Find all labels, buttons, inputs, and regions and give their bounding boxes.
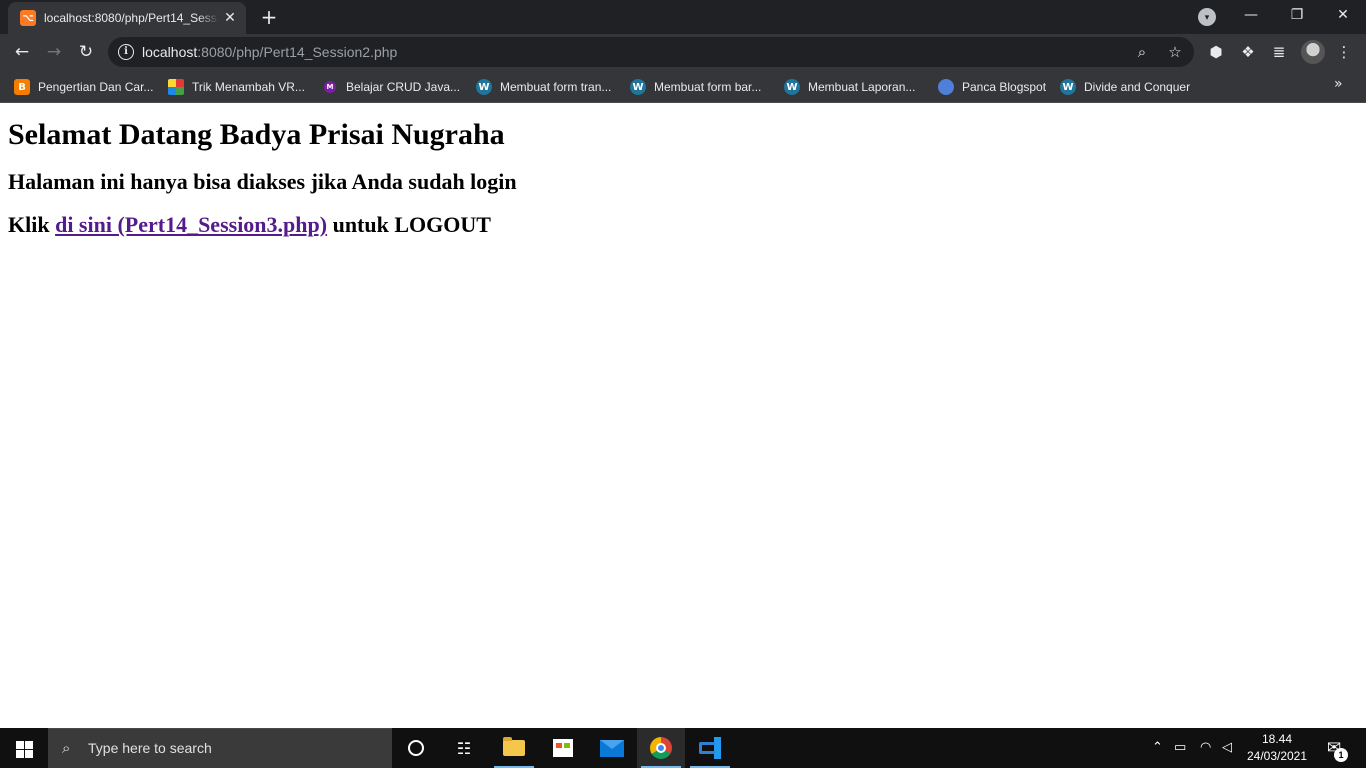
windows-logo-pane (16, 750, 24, 758)
taskbar-search-box[interactable]: ⌕ Type here to search (48, 728, 392, 768)
vscode-icon (699, 737, 721, 759)
bookmark-label: Belajar CRUD Java... (346, 80, 461, 94)
clock-date: 24/03/2021 (1246, 749, 1308, 763)
profile-avatar[interactable] (1301, 40, 1325, 64)
page-content: Selamat Datang Badya Prisai Nugraha Hala… (0, 103, 1366, 728)
vscode-button[interactable] (686, 728, 734, 768)
logout-prefix: Klik (8, 212, 56, 237)
windows-logo-pane (25, 741, 33, 749)
logout-line: Klik di sini (Pert14_Session3.php) untuk… (8, 212, 1358, 238)
cortana-button[interactable] (392, 728, 440, 768)
bookmark-item[interactable]: W Membuat form tran... (476, 76, 611, 98)
start-button[interactable] (0, 728, 48, 768)
tab-strip: ⌥ localhost:8080/php/Pert14_Session2.php… (0, 0, 1366, 34)
wordpress-icon: W (476, 79, 492, 95)
menu-kebab-icon[interactable]: ⋮ (1334, 42, 1354, 62)
url-host: localhost (142, 44, 198, 60)
bookmark-item[interactable]: B Pengertian Dan Car... (14, 76, 153, 98)
bookmark-item[interactable]: W Membuat form bar... (630, 76, 761, 98)
task-view-button[interactable]: ☷ (440, 728, 488, 768)
bookmark-label: Membuat form tran... (500, 80, 612, 94)
grid-icon (168, 79, 184, 95)
globe-icon (938, 79, 954, 95)
browser-toolbar: ← → ↻ i localhost:8080/php/Pert14_Sessio… (0, 34, 1366, 70)
reading-list-icon[interactable]: ≣ (1269, 42, 1289, 62)
folder-icon (503, 737, 525, 756)
mail-icon (600, 739, 624, 757)
bookmark-label: Membuat Laporan... (808, 80, 916, 94)
address-bar[interactable]: i localhost:8080/php/Pert14_Session2.php… (108, 37, 1194, 67)
new-tab-button[interactable]: + (258, 6, 280, 28)
taskbar: ⌕ Type here to search ☷ ⌃ ▭ ◠ ◁ 18.44 24… (0, 728, 1366, 768)
bookmark-star-icon[interactable]: ☆ (1165, 42, 1185, 62)
wordpress-icon: W (1060, 79, 1076, 95)
bookmark-label: Pengertian Dan Car... (38, 80, 154, 94)
mail-button[interactable] (588, 728, 636, 768)
notification-badge: 1 (1334, 748, 1348, 762)
clock[interactable]: 18.44 24/03/2021 (1240, 731, 1314, 765)
tab-search-icon[interactable]: ▾ (1198, 8, 1216, 26)
show-hidden-icons-icon[interactable]: ⌃ (1152, 738, 1163, 758)
search-placeholder: Type here to search (88, 740, 212, 756)
wordpress-icon: W (630, 79, 646, 95)
bookmark-item[interactable]: Panca Blogspot (938, 76, 1046, 98)
close-tab-icon[interactable]: ✕ (222, 10, 238, 26)
bookmark-item[interactable]: W Divide and Conquer (1060, 76, 1190, 98)
extension-cube-icon[interactable]: ⬢ (1206, 42, 1226, 62)
restore-button[interactable]: ❐ (1274, 0, 1320, 32)
bookmark-label: Membuat form bar... (654, 80, 762, 94)
search-icon: ⌕ (62, 739, 71, 757)
volume-icon[interactable]: ◁ (1222, 738, 1232, 758)
login-notice: Halaman ini hanya bisa diakses jika Anda… (8, 169, 517, 194)
store-button[interactable] (539, 728, 587, 768)
blogger-icon: B (14, 79, 30, 95)
minimize-button[interactable]: — (1228, 0, 1274, 32)
bookmark-item[interactable]: W Membuat Laporan... (784, 76, 915, 98)
clock-time: 18.44 (1261, 732, 1293, 746)
xampp-icon: ⌥ (20, 10, 36, 26)
forward-button[interactable]: → (40, 38, 68, 66)
bookmark-label: Divide and Conquer (1084, 80, 1191, 94)
chrome-icon (650, 737, 672, 759)
battery-icon[interactable]: ▭ (1174, 738, 1186, 758)
zoom-icon[interactable]: ⌕ (1132, 42, 1152, 62)
site-info-icon[interactable]: i (118, 44, 134, 60)
welcome-heading: Selamat Datang Badya Prisai Nugraha (8, 118, 505, 151)
url-text[interactable]: localhost:8080/php/Pert14_Session2.php (142, 44, 397, 60)
cortana-icon (408, 740, 424, 756)
windows-logo-pane (25, 750, 33, 758)
logout-suffix: untuk LOGOUT (327, 212, 491, 237)
browser-tab[interactable]: ⌥ localhost:8080/php/Pert14_Session2.php… (8, 2, 246, 34)
tab-title: localhost:8080/php/Pert14_Session2.php (44, 11, 219, 25)
windows-logo-icon (16, 741, 24, 749)
more-bookmarks-icon[interactable]: » (1334, 76, 1343, 92)
wordpress-icon: W (784, 79, 800, 95)
bookmark-label: Trik Menambah VR... (192, 80, 305, 94)
wifi-icon[interactable]: ◠ (1200, 738, 1211, 758)
bookmark-item[interactable]: Trik Menambah VR... (168, 76, 305, 98)
url-path: :8080/php/Pert14_Session2.php (197, 44, 398, 60)
task-view-icon: ☷ (456, 738, 472, 758)
file-explorer-button[interactable] (490, 728, 538, 768)
site-icon: M (324, 81, 336, 93)
extensions-puzzle-icon[interactable]: ❖ (1238, 42, 1258, 62)
store-icon (553, 739, 573, 757)
bookmark-label: Panca Blogspot (962, 80, 1047, 94)
chrome-button[interactable] (637, 728, 685, 768)
bookmark-item[interactable]: M Belajar CRUD Java... (322, 76, 460, 98)
close-window-button[interactable]: ✕ (1320, 0, 1366, 32)
logout-link[interactable]: di sini (Pert14_Session3.php) (55, 212, 327, 237)
back-button[interactable]: ← (8, 38, 36, 66)
reload-button[interactable]: ↻ (72, 38, 100, 66)
bookmarks-bar: B Pengertian Dan Car... Trik Menambah VR… (0, 70, 1366, 103)
